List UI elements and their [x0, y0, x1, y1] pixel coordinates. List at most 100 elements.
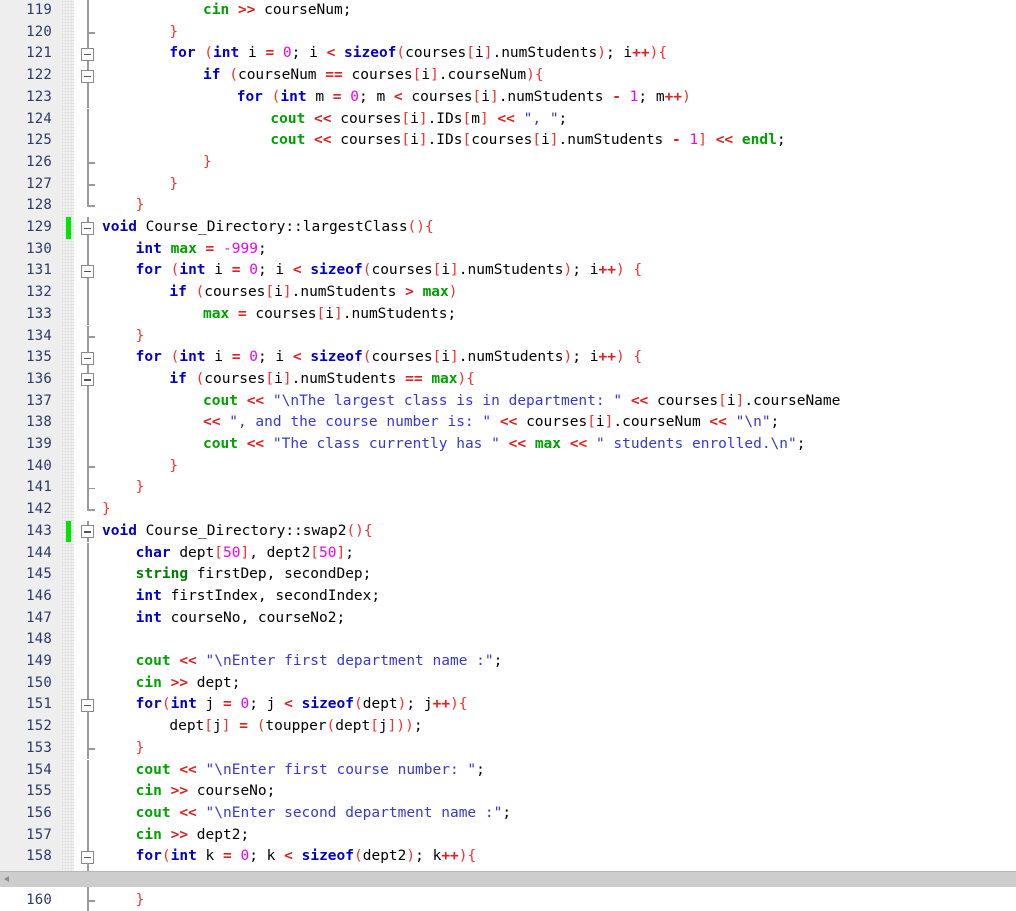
code-line[interactable]: void Course_Directory::largestClass(){: [102, 217, 1016, 239]
code-line[interactable]: cout << "\nEnter first department name :…: [102, 651, 1016, 673]
code-token: ]: [479, 110, 489, 127]
fold-gutter-cell[interactable]: [74, 260, 102, 283]
code-line-text: for (int i = 0; i < sizeof(courses[i].nu…: [169, 43, 667, 65]
code-line-text: for (int m = 0; m < courses[i].numStuden…: [237, 87, 691, 109]
code-line[interactable]: void Course_Directory::swap2(){: [102, 521, 1016, 543]
code-line[interactable]: if (courses[i].numStudents > max): [102, 282, 1016, 304]
code-line[interactable]: for (int m = 0; m < courses[i].numStuden…: [102, 87, 1016, 109]
code-line[interactable]: char dept[50], dept2[50];: [102, 543, 1016, 565]
code-line[interactable]: }: [102, 22, 1016, 44]
code-token: <: [292, 262, 302, 279]
fold-gutter-cell[interactable]: [74, 846, 102, 868]
line-number-label: 138: [26, 414, 52, 431]
code-line[interactable]: [102, 629, 1016, 651]
code-editor[interactable]: 119 cin >> courseNum; 120} 121 for (int i = …: [0, 0, 1016, 911]
code-line[interactable]: }: [102, 890, 1016, 911]
code-line[interactable]: cout << "\nEnter first course number: ";: [102, 760, 1016, 782]
fold-gutter-cell[interactable]: [74, 43, 102, 66]
code-token: [: [462, 132, 472, 149]
code-line[interactable]: for(int j = 0; j < sizeof(dept); j++){: [102, 694, 1016, 716]
code-line[interactable]: cin >> courseNum;: [102, 0, 1016, 22]
fold-collapse-icon[interactable]: [81, 373, 94, 387]
code-token: courses: [246, 305, 317, 322]
horizontal-scrollbar[interactable]: [0, 871, 1016, 887]
code-line[interactable]: dept[j] = (toupper(dept[j]));: [102, 716, 1016, 738]
code-line[interactable]: cout << "\nEnter second department name …: [102, 803, 1016, 825]
code-token: ;: [240, 826, 250, 843]
code-token: i: [325, 305, 335, 322]
code-token: j: [213, 718, 222, 735]
code-line[interactable]: cout << courses[i].IDs[m] << ", ";: [102, 109, 1016, 131]
code-line-text: for (int i = 0; i < sizeof(courses[i].nu…: [136, 260, 642, 282]
fold-gutter-cell: [74, 759, 102, 782]
code-line[interactable]: if (courses[i].numStudents == max){: [102, 369, 1016, 391]
line-number-label: 155: [26, 783, 52, 800]
code-line[interactable]: }: [102, 499, 1016, 521]
fold-guide-line: [87, 86, 89, 109]
line-number: 138: [0, 412, 62, 434]
code-line[interactable]: for (int i = 0; i < sizeof(courses[i].nu…: [102, 43, 1016, 65]
code-line[interactable]: for (int i = 0; i < sizeof(courses[i].nu…: [102, 347, 1016, 369]
code-token: [: [718, 392, 727, 409]
code-token: i: [205, 262, 232, 279]
code-line[interactable]: for(int k = 0; k < sizeof(dept2); k++){: [102, 846, 1016, 868]
code-line[interactable]: cout << "\nThe largest class is in depar…: [102, 391, 1016, 413]
code-line[interactable]: }: [102, 174, 1016, 196]
code-token: cout: [135, 761, 171, 778]
line-number-label: 133: [26, 305, 52, 322]
code-token: courseNum: [237, 67, 326, 84]
code-token: i: [205, 349, 232, 366]
fold-gutter-cell[interactable]: [66, 217, 102, 239]
line-number: 137: [0, 391, 62, 413]
code-token: toupper: [265, 718, 327, 735]
fold-gutter-cell[interactable]: [74, 694, 102, 717]
code-line[interactable]: }: [102, 738, 1016, 760]
code-line[interactable]: cout << "The class currently has " << ma…: [102, 434, 1016, 456]
line-number-label: 127: [26, 175, 52, 192]
code-token: {: [467, 848, 477, 865]
code-line[interactable]: }: [102, 195, 1016, 217]
fold-collapse-icon[interactable]: [81, 47, 94, 61]
code-line[interactable]: cout << courses[i].IDs[courses[i].numStu…: [102, 130, 1016, 152]
code-token: ; k: [415, 848, 442, 865]
code-line[interactable]: int courseNo, courseNo2;: [102, 608, 1016, 630]
fold-collapse-icon[interactable]: [81, 221, 94, 235]
code-token: ; i: [257, 262, 293, 279]
fold-collapse-icon[interactable]: [81, 69, 94, 83]
code-token: }: [169, 457, 179, 474]
fold-collapse-icon[interactable]: [81, 850, 94, 864]
code-line[interactable]: cin >> dept;: [102, 673, 1016, 695]
fold-gutter-cell[interactable]: [74, 347, 102, 369]
code-line[interactable]: }: [102, 456, 1016, 478]
code-token: {: [425, 219, 434, 235]
scroll-left-button[interactable]: [0, 872, 15, 887]
code-token: [: [432, 349, 442, 366]
code-line[interactable]: for (int i = 0; i < sizeof(courses[i].nu…: [102, 260, 1016, 282]
fold-collapse-icon[interactable]: [81, 351, 94, 365]
code-line[interactable]: string firstDep, secondDep;: [102, 564, 1016, 586]
code-token: }: [135, 479, 145, 496]
code-line-text: max = courses[i].numStudents;: [203, 304, 456, 326]
fold-collapse-icon[interactable]: [81, 698, 94, 712]
fold-gutter-cell[interactable]: [66, 520, 102, 543]
code-line[interactable]: max = courses[i].numStudents;: [102, 304, 1016, 326]
code-line[interactable]: cin >> dept2;: [102, 825, 1016, 847]
code-token: i: [274, 284, 283, 301]
code-token: i: [239, 45, 266, 62]
code-line[interactable]: if (courseNum == courses[i].courseNum){: [102, 65, 1016, 87]
code-line[interactable]: int max = -999;: [102, 239, 1016, 261]
code-line[interactable]: cin >> courseNo;: [102, 781, 1016, 803]
fold-gutter-cell[interactable]: [74, 368, 102, 391]
code-line[interactable]: int firstIndex, secondIndex;: [102, 586, 1016, 608]
code-line[interactable]: }: [102, 477, 1016, 499]
fold-collapse-icon[interactable]: [81, 525, 94, 539]
code-line[interactable]: }: [102, 152, 1016, 174]
fold-gutter-cell[interactable]: [74, 65, 102, 87]
code-line[interactable]: }: [102, 326, 1016, 348]
fold-collapse-icon[interactable]: [81, 264, 94, 278]
code-token: }: [135, 197, 145, 214]
code-line[interactable]: << ", and the course number is: " << cou…: [102, 412, 1016, 434]
